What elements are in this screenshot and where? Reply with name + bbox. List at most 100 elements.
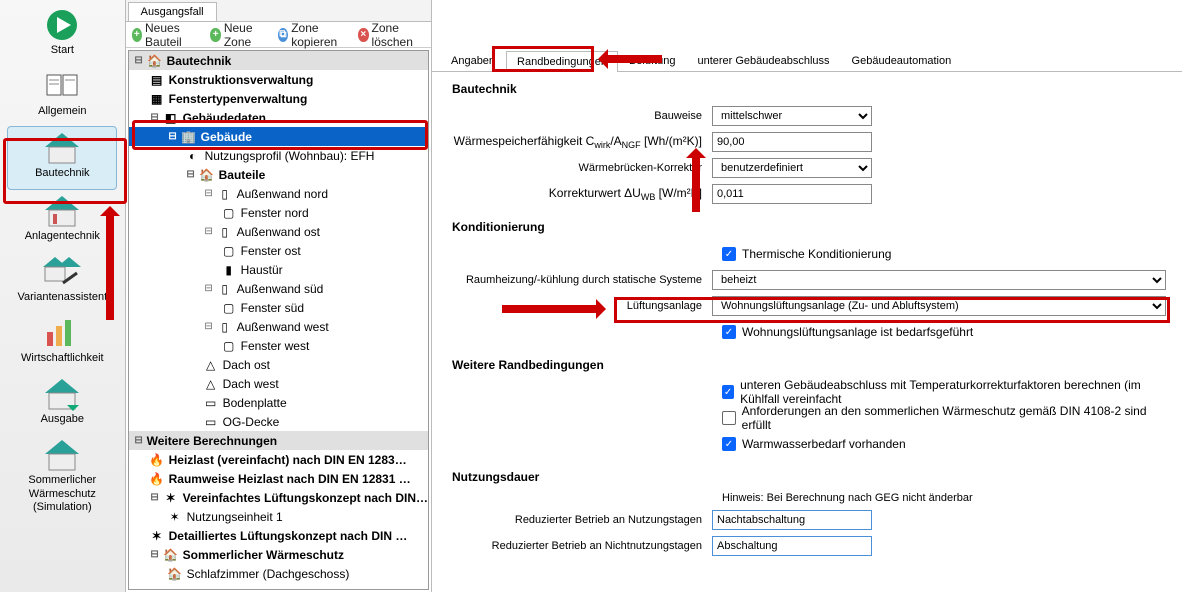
floor-icon: ▭: [203, 395, 219, 411]
tree-item[interactable]: △Dach ost: [129, 355, 428, 374]
lueftung-select[interactable]: Wohnungslüftungsanlage (Zu- und Abluftsy…: [712, 296, 1166, 316]
nav-anlagentechnik[interactable]: Anlagentechnik: [7, 190, 117, 251]
main-panel: Angaben Randbedingungen Belüftung untere…: [432, 0, 1182, 592]
korrektur-label: Korrekturwert ΔUWB [W/m²K]: [452, 186, 712, 202]
waermespeicher-label: Wärmespeicherfähigkeit Cwirk/ANGF [Wh/(m…: [452, 134, 712, 150]
nav-ausgabe[interactable]: Ausgabe: [7, 373, 117, 434]
navigation-tree[interactable]: ⊟🏠Bautechnik ▤Konstruktionsverwaltung ▦F…: [128, 50, 429, 590]
bauweise-select[interactable]: mittelschwer: [712, 106, 872, 126]
sommer-checkbox[interactable]: [722, 411, 736, 425]
tree-item[interactable]: ▢Fenster nord: [129, 203, 428, 222]
tree-item[interactable]: ▢Fenster süd: [129, 298, 428, 317]
house-sun-icon: [42, 438, 82, 472]
tree-item-gebaeude[interactable]: ⊟🏢Gebäude: [129, 127, 428, 146]
nav-variantenassistent[interactable]: Variantenassistent: [7, 251, 117, 312]
section-title: Bautechnik: [452, 82, 1166, 96]
tree-item[interactable]: ▢Fenster ost: [129, 241, 428, 260]
bedarf-checkbox[interactable]: [722, 325, 736, 339]
nav-label: Wirtschaftlichkeit: [7, 352, 117, 365]
checkbox-label: Thermische Konditionierung: [742, 247, 891, 261]
wall-icon: ▯: [217, 224, 233, 240]
variant-tabs: Ausgangsfall: [126, 0, 431, 22]
red2-input[interactable]: [712, 536, 872, 556]
tree-item[interactable]: ⊟🏠Bauteile: [129, 165, 428, 184]
tree-group[interactable]: ⊟Weitere Berechnungen: [129, 431, 428, 450]
arrow-annotation: [692, 152, 700, 212]
tree-item[interactable]: ✶Detailliertes Lüftungskonzept nach DIN …: [129, 526, 428, 545]
tree-item[interactable]: ⊟▯Außenwand nord: [129, 184, 428, 203]
warmwasser-checkbox[interactable]: [722, 437, 736, 451]
tab-automation[interactable]: Gebäudeautomation: [841, 50, 963, 71]
tree-item[interactable]: ▦Fenstertypenverwaltung: [129, 89, 428, 108]
neues-bauteil-button[interactable]: +Neues Bauteil: [132, 21, 201, 49]
roof-icon: △: [203, 376, 219, 392]
wall-icon: ▯: [217, 186, 233, 202]
tool-label: Neues Bauteil: [145, 21, 200, 49]
unteren-checkbox[interactable]: [722, 385, 734, 399]
tree-item[interactable]: ▭OG-Decke: [129, 412, 428, 431]
neue-zone-button[interactable]: +Neue Zone: [210, 21, 267, 49]
nav-wirtschaftlichkeit[interactable]: Wirtschaftlichkeit: [7, 312, 117, 373]
tree-item[interactable]: ⊟🏠Sommerlicher Wärmeschutz: [129, 545, 428, 564]
tree-item[interactable]: ⊟▯Außenwand süd: [129, 279, 428, 298]
tree-item[interactable]: ⊟▯Außenwand ost: [129, 222, 428, 241]
houses-tools-icon: [42, 255, 82, 289]
house-icon: 🏠: [163, 547, 179, 563]
raumheizung-select[interactable]: beheizt: [712, 270, 1166, 290]
checkbox-label: unteren Gebäudeabschluss mit Temperaturk…: [740, 378, 1166, 406]
house-arrow-icon: [42, 377, 82, 411]
red1-label: Reduzierter Betrieb an Nutzungstagen: [452, 514, 712, 526]
tree-root[interactable]: ⊟🏠Bautechnik: [129, 51, 428, 70]
tree-item[interactable]: ▢Fenster west: [129, 336, 428, 355]
tree-item[interactable]: △Dach west: [129, 374, 428, 393]
room-icon: 🏠: [167, 566, 183, 582]
section-konditionierung: Konditionierung Thermische Konditionieru…: [452, 220, 1166, 344]
tree-item[interactable]: ▮Haustür: [129, 260, 428, 279]
cube-icon: ◧: [163, 110, 179, 126]
nav-label: Sommerlicher Wärmeschutz (Simulation): [7, 474, 117, 514]
tree-item[interactable]: ⊟▯Außenwand west: [129, 317, 428, 336]
profile-icon: ◐: [185, 148, 201, 164]
raumheizung-label: Raumheizung/-kühlung durch statische Sys…: [452, 274, 712, 286]
waermespeicher-input[interactable]: [712, 132, 872, 152]
tree-item[interactable]: ▤Konstruktionsverwaltung: [129, 70, 428, 89]
heat-icon: 🔥: [149, 471, 165, 487]
tree-item[interactable]: ✶Nutzungseinheit 1: [129, 507, 428, 526]
zone-loeschen-button[interactable]: ×Zone löschen: [358, 21, 425, 49]
floor-icon: ▭: [203, 414, 219, 430]
zone-kopieren-button[interactable]: ⧉Zone kopieren: [278, 21, 348, 49]
wall-icon: ▯: [217, 281, 233, 297]
tab-unterer[interactable]: unterer Gebäudeabschluss: [686, 50, 840, 71]
nav-start[interactable]: Start: [7, 4, 117, 65]
thermische-checkbox[interactable]: [722, 247, 736, 261]
tree-item[interactable]: ⊟◧Gebäudedaten: [129, 108, 428, 127]
tree-item[interactable]: 🔥Raumweise Heizlast nach DIN EN 12831 …: [129, 469, 428, 488]
bruecken-select[interactable]: benutzerdefiniert: [712, 158, 872, 178]
hint-text: Hinweis: Bei Berechnung nach GEG nicht ä…: [722, 492, 1166, 504]
copy-icon: ⧉: [278, 28, 288, 42]
left-sidebar: Start Allgemein Bautechnik Anlagentechni…: [0, 0, 126, 592]
arrow-annotation: [602, 55, 662, 63]
tree-item[interactable]: 🏠Schlafzimmer (Dachgeschoss): [129, 564, 428, 583]
tree-item[interactable]: ▭Bodenplatte: [129, 393, 428, 412]
house-pipes-icon: [42, 194, 82, 228]
checkbox-label: Anforderungen an den sommerlichen Wärmes…: [742, 404, 1166, 432]
book-icon: [42, 69, 82, 103]
nav-label: Bautechnik: [8, 167, 116, 180]
korrektur-input[interactable]: [712, 184, 872, 204]
tree-item[interactable]: 🔥Heizlast (vereinfacht) nach DIN EN 1283…: [129, 450, 428, 469]
section-title: Konditionierung: [452, 220, 1166, 234]
tree-item[interactable]: ⊟✶Vereinfachtes Lüftungskonzept nach DIN…: [129, 488, 428, 507]
tab-angaben[interactable]: Angaben: [440, 50, 506, 71]
tree-panel: Ausgangsfall +Neues Bauteil +Neue Zone ⧉…: [126, 0, 432, 592]
tree-toolbar: +Neues Bauteil +Neue Zone ⧉Zone kopieren…: [126, 22, 431, 48]
tab-ausgangsfall[interactable]: Ausgangsfall: [128, 2, 217, 21]
red1-input[interactable]: [712, 510, 872, 530]
nav-allgemein[interactable]: Allgemein: [7, 65, 117, 126]
section-weitere: Weitere Randbedingungen unteren Gebäudea…: [452, 358, 1166, 456]
tree-item[interactable]: ◐Nutzungsprofil (Wohnbau): EFH: [129, 146, 428, 165]
nav-sommerlicher[interactable]: Sommerlicher Wärmeschutz (Simulation): [7, 434, 117, 522]
tool-label: Zone löschen: [372, 21, 425, 49]
nav-bautechnik[interactable]: Bautechnik: [7, 126, 117, 189]
arrow-annotation: [502, 305, 602, 313]
